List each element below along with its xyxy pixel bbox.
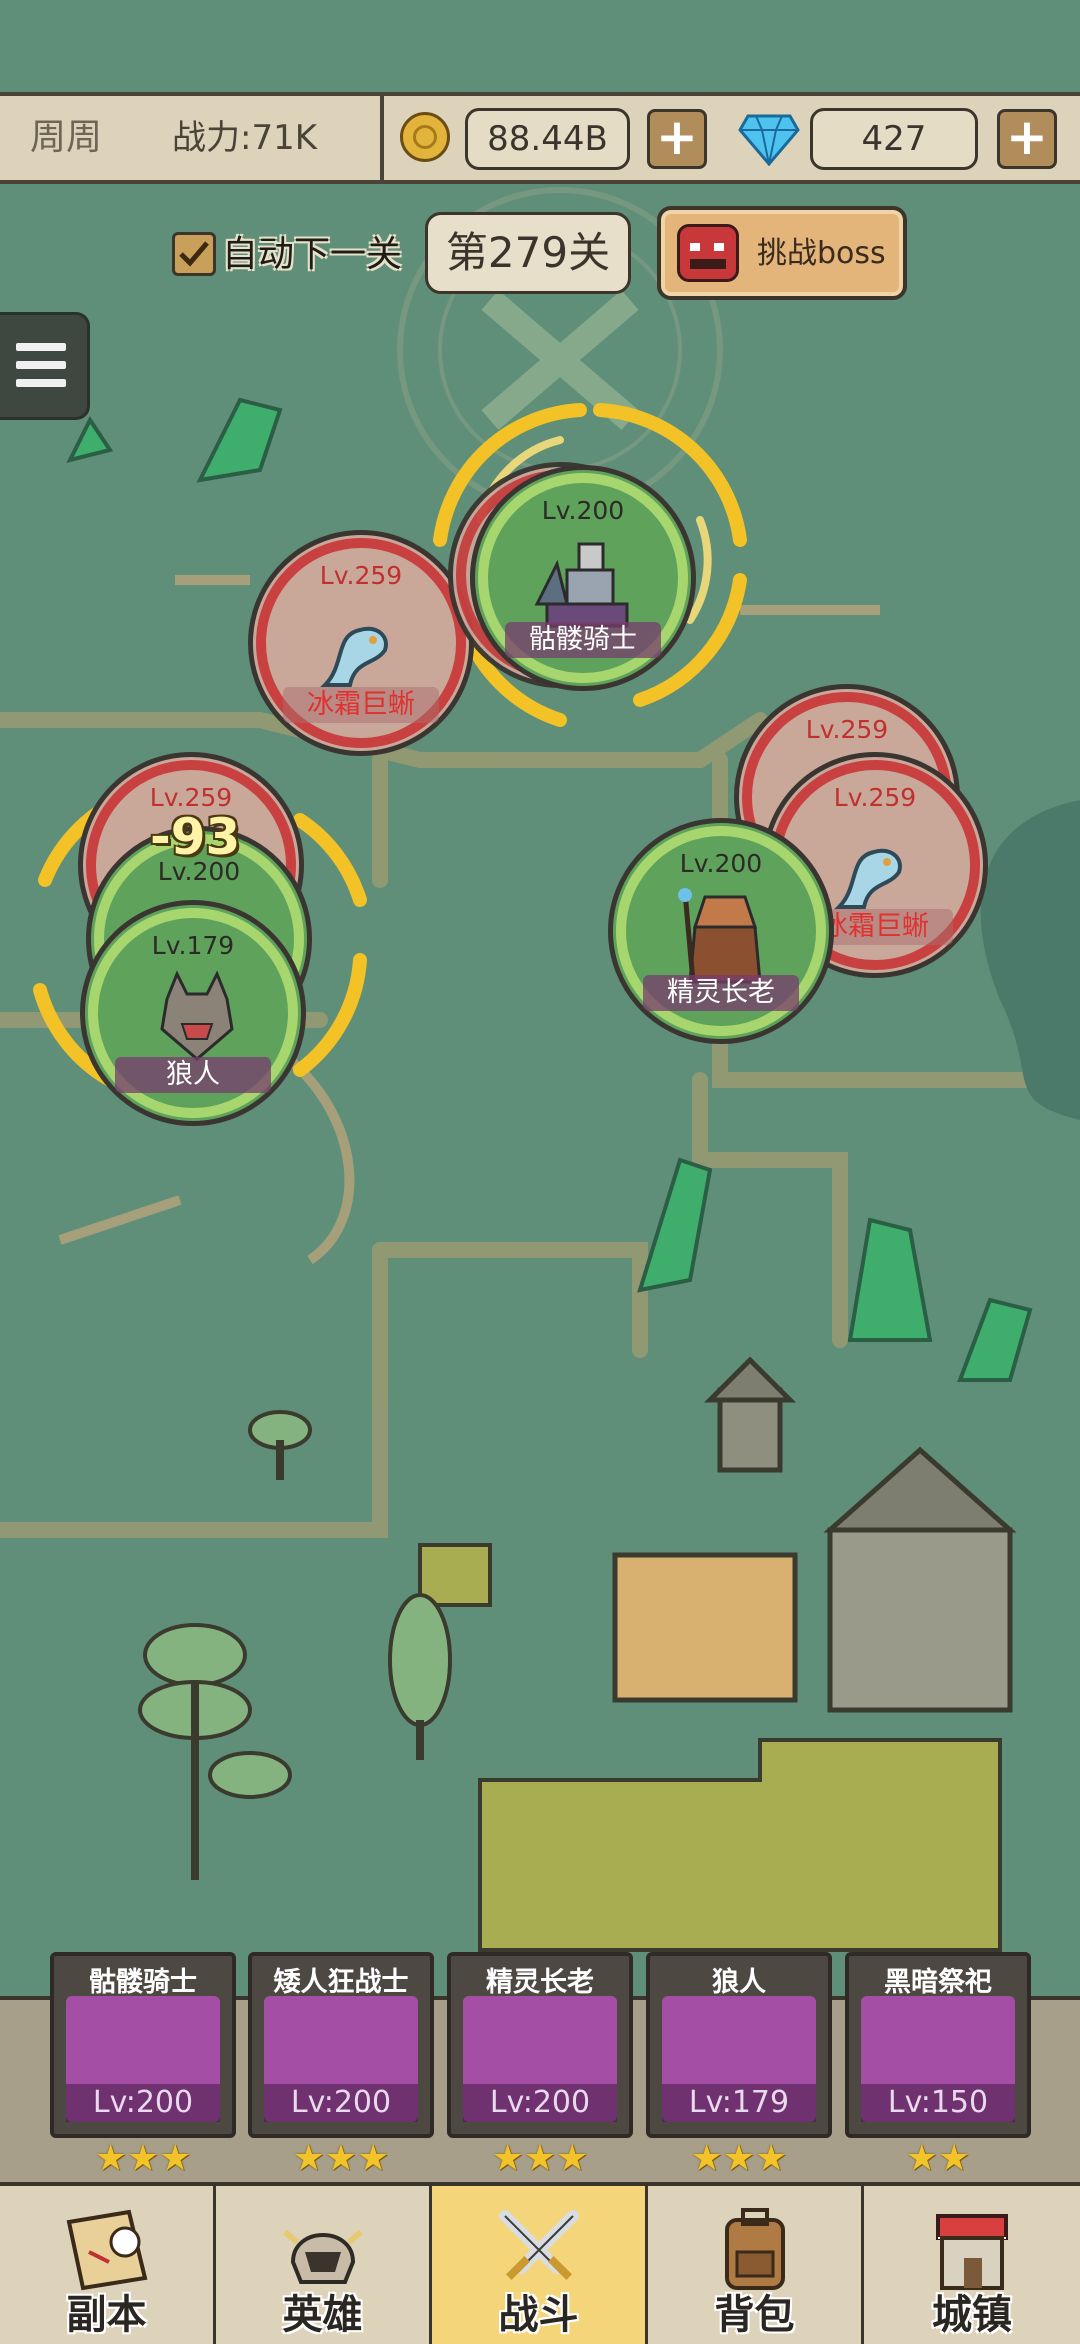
hero-level: Lv:200 [264, 2084, 418, 2122]
hero-stars: ★★ [905, 2138, 971, 2179]
node-name: 冰霜巨蜥 [283, 687, 439, 723]
node-name: 精灵长老 [643, 975, 799, 1011]
bottom-navigation: 副本 英雄 战斗 背包 城镇 [0, 2182, 1080, 2344]
tab-battle[interactable]: 战斗 [432, 2186, 648, 2344]
tab-label: 英雄 [282, 2292, 363, 2338]
hero-name: 黑暗祭祀 [884, 1967, 992, 1998]
hero-stars: ★★★ [94, 2138, 192, 2179]
ally-node[interactable]: Lv.179 狼人 [80, 900, 306, 1126]
hero-level: Lv:200 [463, 2084, 617, 2122]
tab-label: 背包 [714, 2292, 795, 2338]
node-level: Lv.200 [541, 496, 625, 525]
tab-label: 副本 [66, 2292, 147, 2338]
hero-card[interactable]: 骷髅骑士 Lv:200 [50, 1952, 236, 2138]
hero-stars: ★★★ [690, 2138, 788, 2179]
tab-heroes[interactable]: 英雄 [216, 2186, 432, 2344]
hero-name: 矮人狂战士 [273, 1967, 409, 1998]
enemy-node[interactable]: Lv.259 冰霜巨蜥 [248, 530, 474, 756]
elf-elder-icon [665, 887, 785, 987]
tab-backpack[interactable]: 背包 [648, 2186, 864, 2344]
werewolf-icon [137, 969, 257, 1069]
tab-town[interactable]: 城镇 [864, 2186, 1080, 2344]
tab-label: 战斗 [498, 2292, 579, 2338]
node-level: Lv.179 [151, 931, 235, 960]
hero-level: Lv:179 [662, 2084, 816, 2122]
hero-level: Lv:200 [66, 2084, 220, 2122]
ice-lizard-icon [829, 827, 929, 917]
hero-name: 骷髅骑士 [89, 1967, 197, 1998]
tab-dungeon[interactable]: 副本 [0, 2186, 216, 2344]
ally-node[interactable]: Lv.200 精灵长老 [608, 818, 834, 1044]
ally-node[interactable]: Lv.200 骷髅骑士 [470, 465, 696, 691]
hero-stars: ★★★ [491, 2138, 589, 2179]
hero-name: 狼人 [712, 1967, 766, 1998]
hero-stars: ★★★ [292, 2138, 390, 2179]
hero-card[interactable]: 矮人狂战士 Lv:200 [248, 1952, 434, 2138]
node-level: Lv.259 [833, 783, 917, 812]
node-level: Lv.259 [319, 561, 403, 590]
ice-lizard-icon [315, 605, 415, 695]
node-name: 狼人 [115, 1057, 271, 1093]
damage-popup: -93 [150, 808, 241, 866]
hero-name: 精灵长老 [486, 1967, 594, 1998]
node-level: Lv.259 [805, 715, 889, 744]
hero-level: Lv:150 [861, 2084, 1015, 2122]
hero-card[interactable]: 精灵长老 Lv:200 [447, 1952, 633, 2138]
node-name: 骷髅骑士 [505, 622, 661, 658]
tab-label: 城镇 [932, 2292, 1012, 2338]
hero-card[interactable]: 黑暗祭祀 Lv:150 [845, 1952, 1031, 2138]
hero-card[interactable]: 狼人 Lv:179 [646, 1952, 832, 2138]
skeleton-knight-icon [527, 534, 647, 634]
node-level: Lv.200 [679, 849, 763, 878]
